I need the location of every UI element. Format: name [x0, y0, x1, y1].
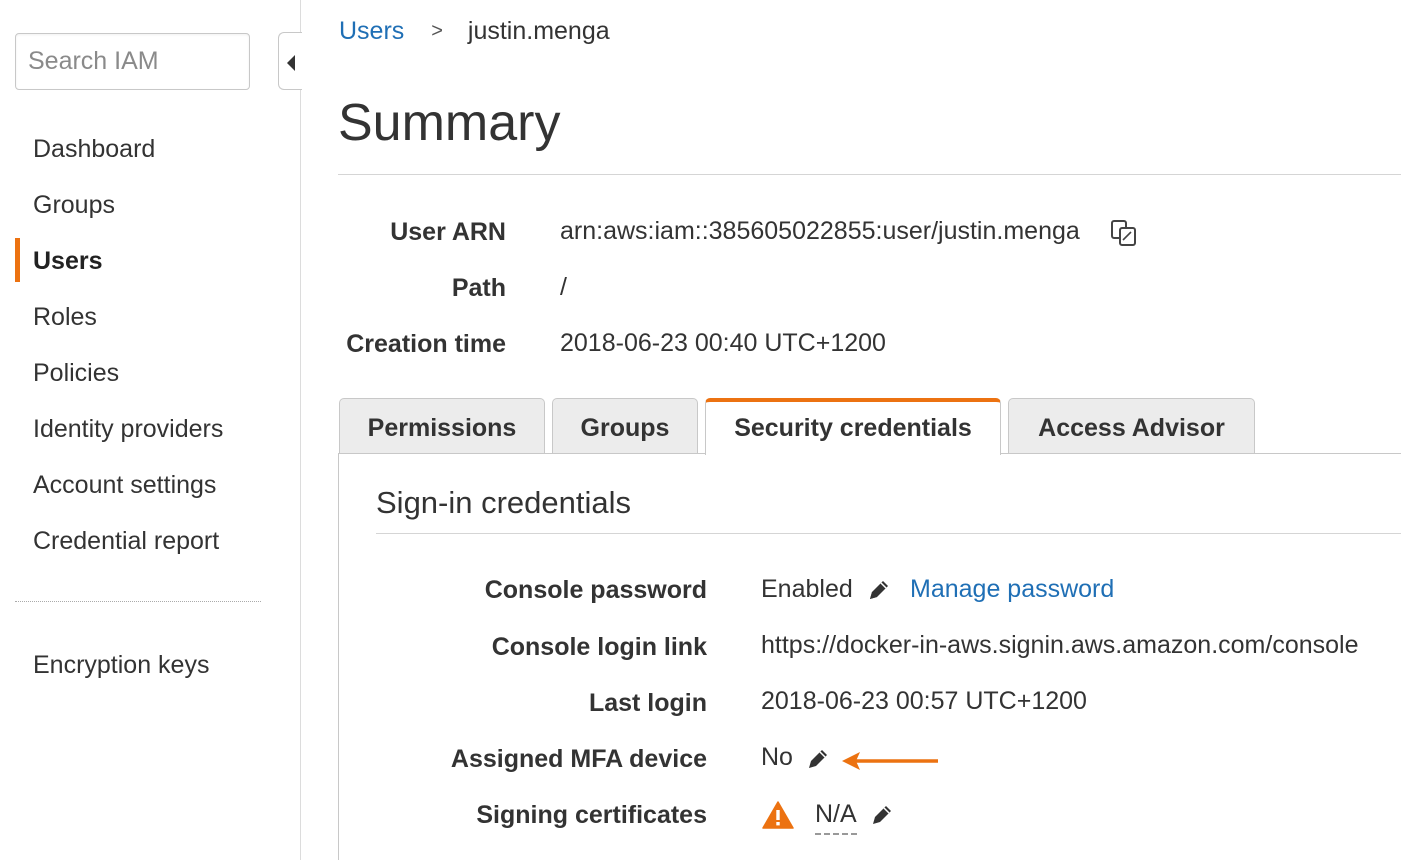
tab-permissions[interactable]: Permissions: [339, 398, 545, 454]
console-password-label: Console password: [484, 576, 707, 604]
sidebar-item-groups[interactable]: Groups: [33, 190, 115, 220]
sidebar-item-encryption-keys[interactable]: Encryption keys: [33, 650, 209, 680]
edit-password-icon[interactable]: [866, 577, 892, 603]
path-value: /: [560, 273, 567, 301]
search-input[interactable]: [15, 33, 250, 90]
edit-mfa-icon[interactable]: [805, 746, 831, 772]
edit-signing-certificates-icon[interactable]: [869, 802, 895, 828]
breadcrumb-users-link[interactable]: Users: [339, 17, 404, 45]
warning-icon: [762, 801, 794, 829]
breadcrumb: Users > justin.menga: [339, 16, 610, 48]
mfa-device-value: No: [761, 743, 793, 771]
sidebar-item-credential-report[interactable]: Credential report: [33, 526, 219, 556]
console-login-link-label: Console login link: [491, 633, 707, 661]
chevron-right-icon: >: [431, 20, 443, 42]
sidebar-item-users[interactable]: Users: [33, 246, 103, 276]
section-title: Sign-in credentials: [376, 485, 632, 520]
creation-time-label: Creation time: [346, 330, 506, 358]
signing-certificates-label: Signing certificates: [476, 801, 707, 829]
signing-certificates-value: N/A: [815, 799, 857, 835]
console-login-link-value[interactable]: https://docker-in-aws.signin.aws.amazon.…: [761, 630, 1359, 660]
sidebar-item-identity-providers[interactable]: Identity providers: [33, 414, 223, 444]
sidebar-item-policies[interactable]: Policies: [33, 358, 119, 388]
creation-time-value: 2018-06-23 00:40 UTC+1200: [560, 329, 886, 357]
console-password-value: Enabled: [761, 575, 853, 603]
caret-left-icon: [287, 55, 295, 71]
collapse-sidebar-button[interactable]: [278, 32, 302, 90]
sidebar-item-account-settings[interactable]: Account settings: [33, 470, 216, 500]
breadcrumb-current: justin.menga: [467, 17, 610, 45]
last-login-value: 2018-06-23 00:57 UTC+1200: [761, 687, 1087, 715]
sidebar-divider: [15, 601, 261, 602]
summary-divider: [338, 174, 1401, 175]
tab-security-credentials[interactable]: Security credentials: [705, 398, 1001, 455]
tab-groups[interactable]: Groups: [552, 398, 698, 454]
manage-password-link[interactable]: Manage password: [910, 574, 1114, 604]
sidebar-item-roles[interactable]: Roles: [33, 302, 97, 332]
active-indicator: [15, 238, 20, 282]
user-arn-value: arn:aws:iam::385605022855:user/justin.me…: [560, 217, 1080, 245]
user-arn-label: User ARN: [390, 218, 506, 246]
path-label: Path: [451, 274, 506, 302]
arrow-left-icon: [842, 752, 938, 770]
last-login-label: Last login: [588, 689, 707, 717]
section-divider: [376, 533, 1401, 534]
copy-icon[interactable]: [1109, 218, 1139, 248]
page-title: Summary: [338, 94, 561, 152]
mfa-device-label: Assigned MFA device: [450, 745, 707, 773]
sidebar: Dashboard Groups Users Roles Policies Id…: [0, 0, 302, 860]
tab-access-advisor[interactable]: Access Advisor: [1008, 398, 1255, 454]
sidebar-item-dashboard[interactable]: Dashboard: [33, 134, 155, 164]
